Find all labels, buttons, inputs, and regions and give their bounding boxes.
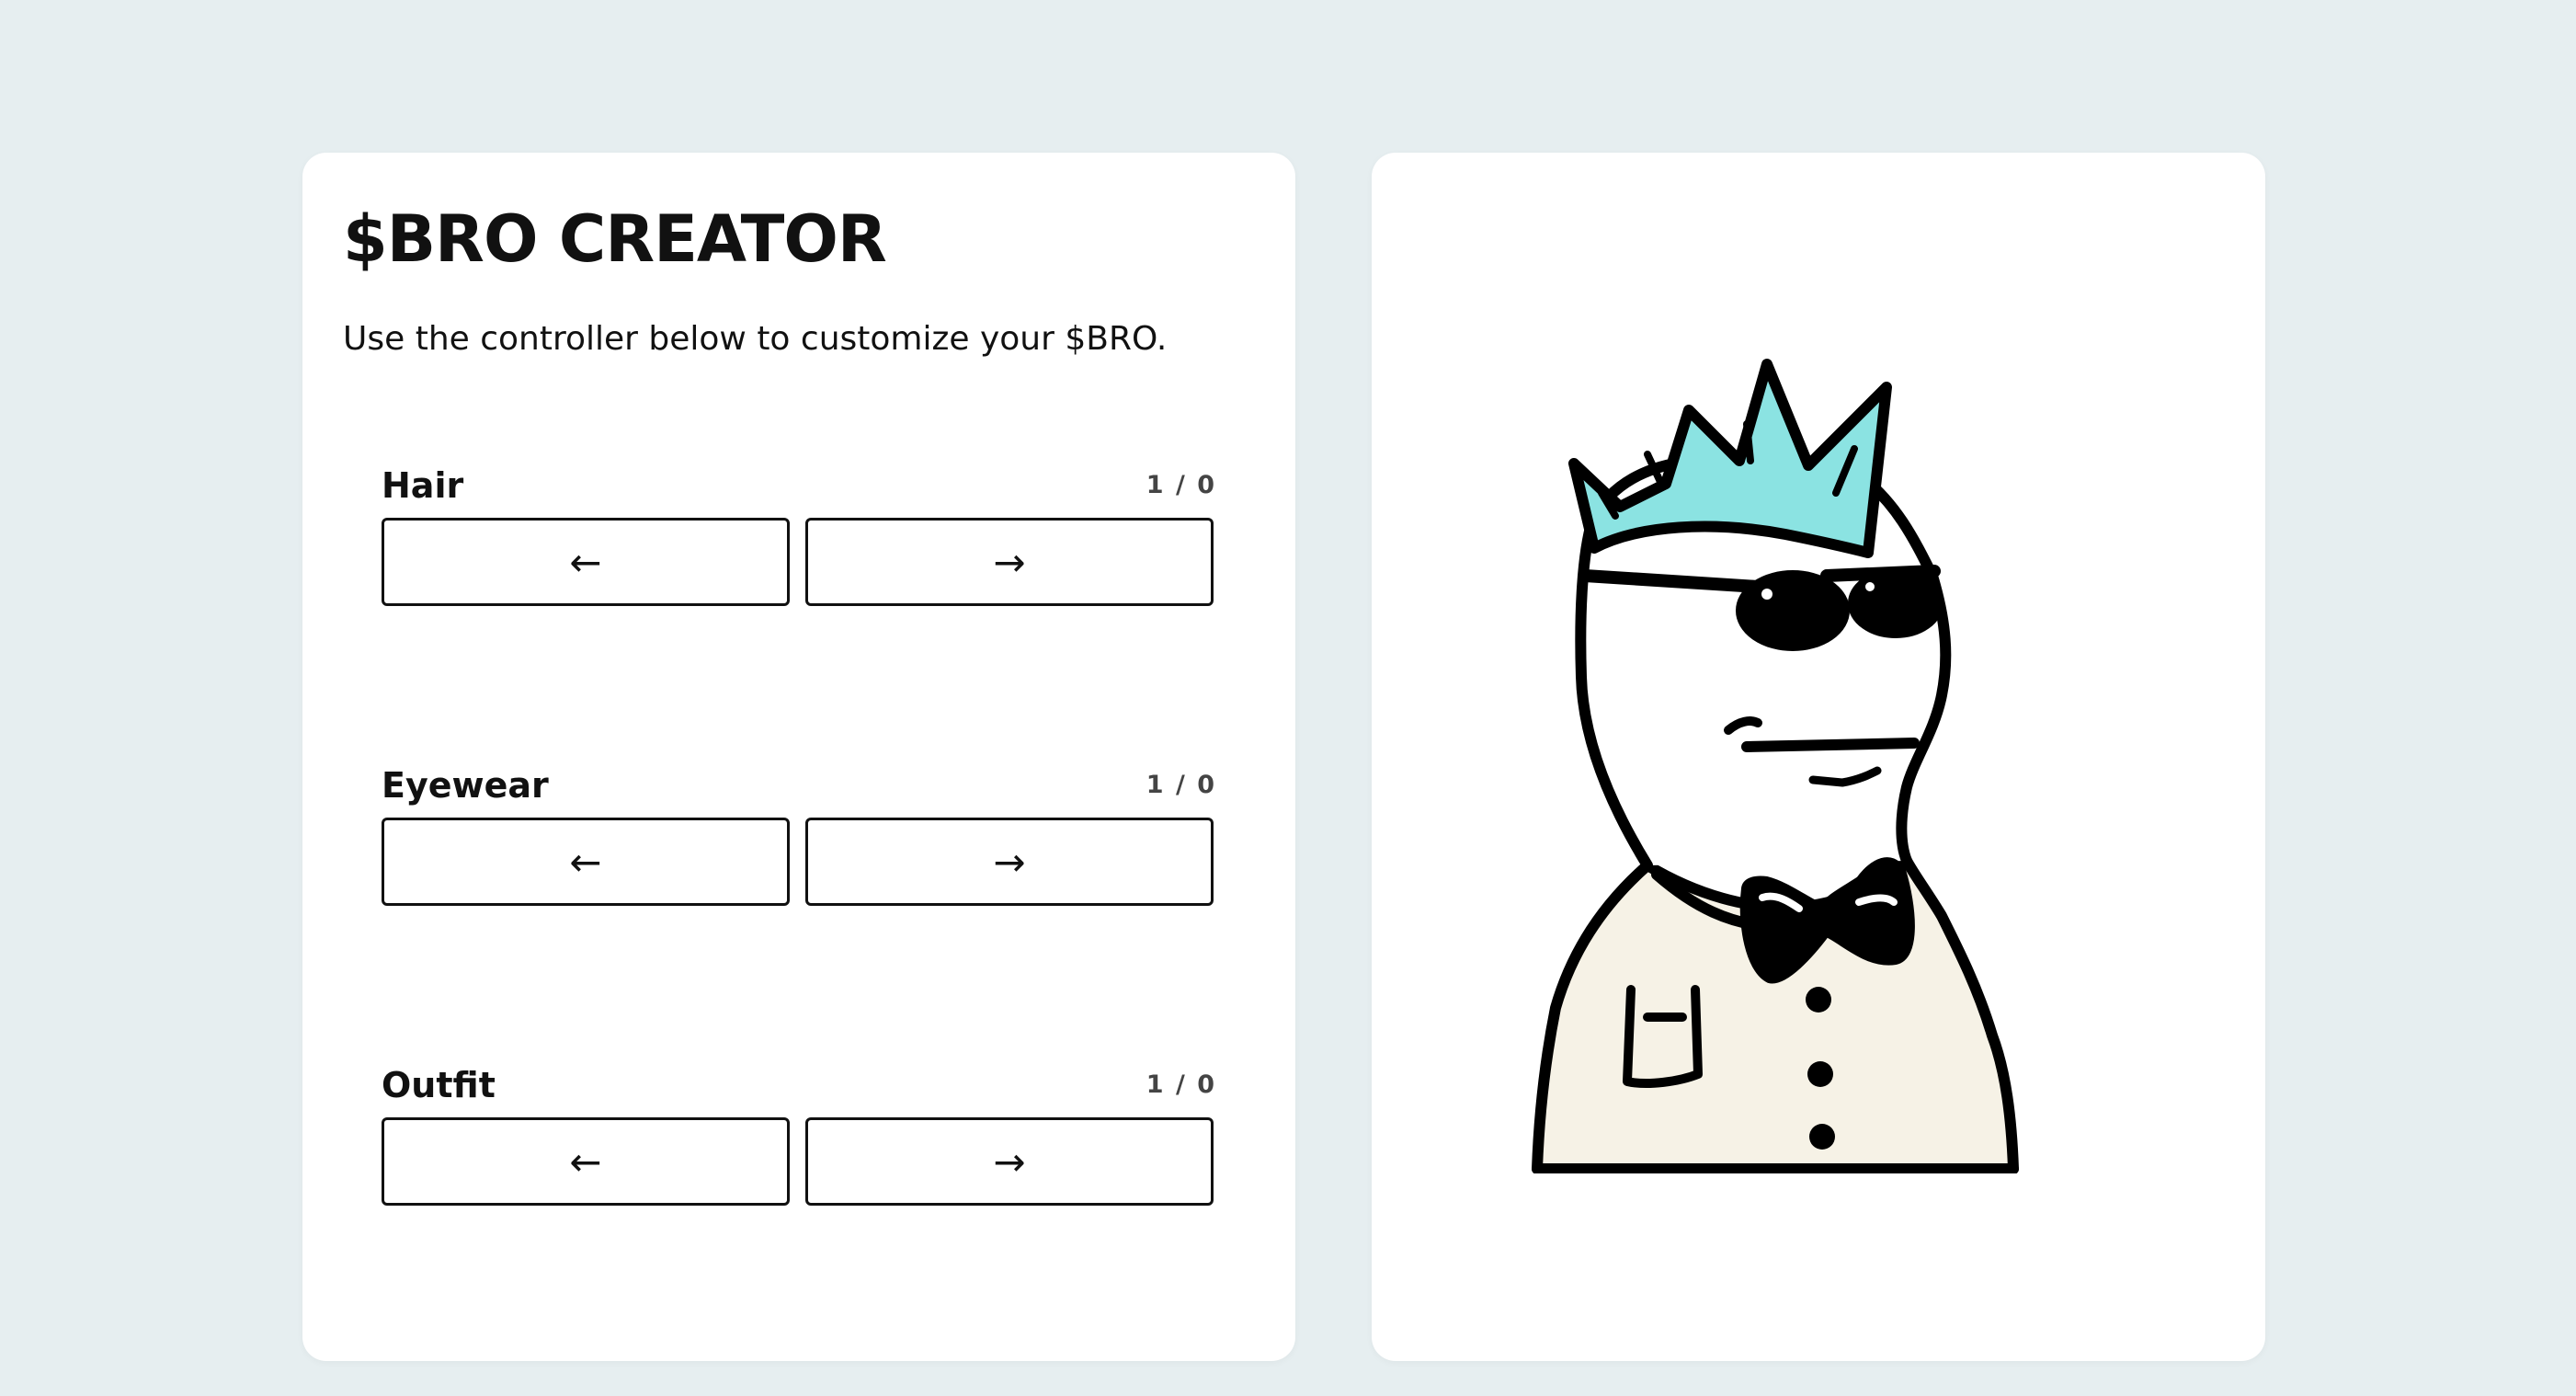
controller-panel: $BRO CREATOR Use the controller below to… xyxy=(302,153,1295,1361)
preview-panel xyxy=(1372,153,2265,1361)
hair-control-header: Hair 1 / 0 xyxy=(382,465,1216,511)
sunglasses-left-lens xyxy=(1736,570,1850,651)
hair-count: 1 / 0 xyxy=(1146,471,1216,499)
eyewear-next-button[interactable]: → xyxy=(805,818,1214,906)
hair-prev-button[interactable]: ← xyxy=(382,518,790,606)
page-title: $BRO CREATOR xyxy=(343,201,887,277)
page: $BRO CREATOR Use the controller below to… xyxy=(0,0,2576,1396)
page-subtitle: Use the controller below to customize yo… xyxy=(343,320,1168,358)
eyewear-control: Eyewear 1 / 0 ← → xyxy=(382,765,1216,906)
bro-character-illustration xyxy=(1532,359,2019,1173)
lens-glint-left xyxy=(1761,589,1772,600)
eyewear-prev-button[interactable]: ← xyxy=(382,818,790,906)
hair-buttons: ← → xyxy=(382,518,1216,608)
mouth xyxy=(1741,738,1920,752)
outfit-prev-button[interactable]: ← xyxy=(382,1117,790,1206)
outfit-next-button[interactable]: → xyxy=(805,1117,1214,1206)
outfit-control: Outfit 1 / 0 ← → xyxy=(382,1065,1216,1206)
eyewear-count: 1 / 0 xyxy=(1146,771,1216,799)
lens-glint-right xyxy=(1865,582,1875,591)
hair-label: Hair xyxy=(382,465,464,506)
hair-control: Hair 1 / 0 ← → xyxy=(382,465,1216,606)
outfit-label: Outfit xyxy=(382,1065,496,1105)
hair-spikes xyxy=(1568,359,1892,558)
outfit-buttons: ← → xyxy=(382,1117,1216,1207)
shirt-button-1 xyxy=(1806,987,1831,1013)
shirt-button-2 xyxy=(1807,1061,1833,1087)
eyewear-control-header: Eyewear 1 / 0 xyxy=(382,765,1216,811)
eyewear-label: Eyewear xyxy=(382,765,549,806)
eyewear-buttons: ← → xyxy=(382,818,1216,908)
shirt-button-3 xyxy=(1809,1124,1835,1150)
outfit-count: 1 / 0 xyxy=(1146,1070,1216,1099)
outfit-control-header: Outfit 1 / 0 xyxy=(382,1065,1216,1111)
sunglasses-right-lens xyxy=(1848,568,1943,638)
hair-next-button[interactable]: → xyxy=(805,518,1214,606)
